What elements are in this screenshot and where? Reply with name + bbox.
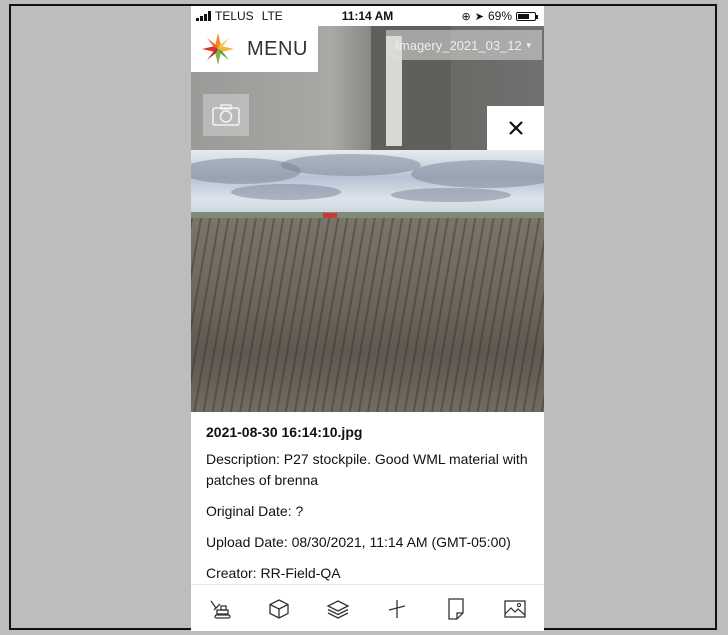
cube-button[interactable] xyxy=(265,595,293,623)
imagery-select-value: Imagery_2021_03_12 xyxy=(395,37,522,53)
location-arrow-icon: ➤ xyxy=(474,10,484,23)
image-button[interactable] xyxy=(501,595,529,623)
layers-icon xyxy=(326,599,350,619)
status-right: ⊕ ➤ 69% xyxy=(461,9,538,23)
note-icon xyxy=(448,597,464,620)
bottom-toolbar xyxy=(191,584,544,631)
note-button[interactable] xyxy=(442,595,470,623)
photo-ground xyxy=(191,218,544,412)
photo-filename: 2021-08-30 16:14:10.jpg xyxy=(206,424,363,440)
close-button[interactable] xyxy=(487,106,544,150)
menu-button[interactable]: MENU xyxy=(191,26,318,72)
camera-button[interactable] xyxy=(203,94,249,136)
photo-creator: Creator: RR-Field-QA xyxy=(206,565,341,581)
photo-info: 2021-08-30 16:14:10.jpg Description: P27… xyxy=(206,424,536,594)
map-view[interactable]: MENU Imagery_2021_03_12 ▼ xyxy=(191,26,544,150)
cube-icon xyxy=(269,598,289,619)
photo-sky xyxy=(191,150,544,220)
phone-screen: TELUS LTE 11:14 AM ⊕ ➤ 69% MENU Imagery_… xyxy=(191,6,544,631)
photo-description: Description: P27 stockpile. Good WML mat… xyxy=(206,451,528,488)
imagery-select[interactable]: Imagery_2021_03_12 ▼ xyxy=(386,30,542,60)
battery-percent: 69% xyxy=(487,9,512,23)
battery-icon xyxy=(516,11,538,21)
status-bar: TELUS LTE 11:14 AM ⊕ ➤ 69% xyxy=(191,6,544,26)
site-photo[interactable] xyxy=(191,150,544,412)
caret-down-icon: ▼ xyxy=(524,40,533,50)
photo-original-date: Original Date: ? xyxy=(206,503,304,519)
measure-icon xyxy=(388,599,406,618)
photo-upload-date: Upload Date: 08/30/2021, 11:14 AM (GMT-0… xyxy=(206,534,511,550)
layers-button[interactable] xyxy=(324,595,352,623)
menu-label: MENU xyxy=(247,37,308,60)
excavator-button[interactable] xyxy=(206,595,234,623)
image-icon xyxy=(503,599,526,618)
measure-button[interactable] xyxy=(383,595,411,623)
orientation-lock-icon: ⊕ xyxy=(461,10,471,23)
camera-icon xyxy=(212,104,240,126)
excavator-icon xyxy=(210,600,232,619)
close-icon xyxy=(508,121,523,135)
logo-icon xyxy=(202,33,234,65)
